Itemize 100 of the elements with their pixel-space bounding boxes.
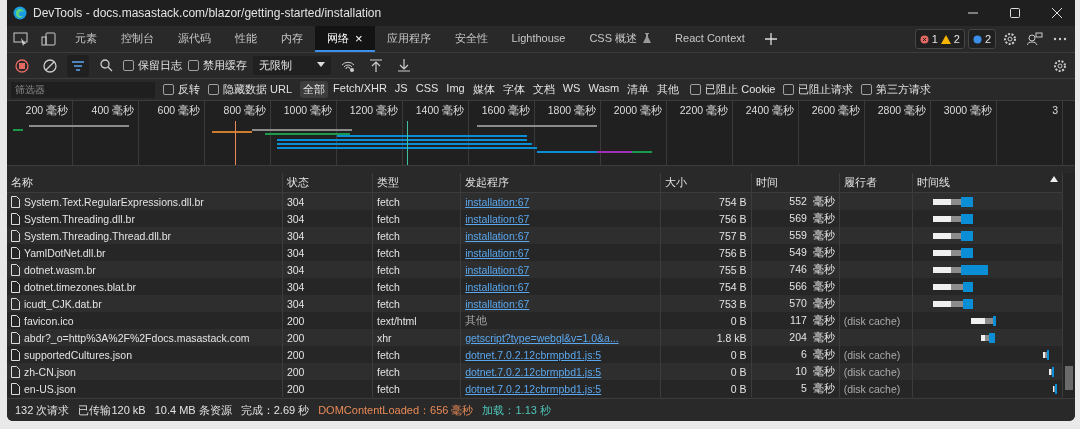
- panel-tab[interactable]: 源代码: [166, 26, 223, 52]
- column-header[interactable]: 大小: [660, 173, 752, 193]
- column-header[interactable]: 状态: [282, 173, 373, 193]
- request-name[interactable]: YamlDotNet.dll.br: [24, 246, 106, 259]
- checkbox-label: 第三方请求: [876, 82, 932, 97]
- column-header[interactable]: 名称: [7, 173, 283, 193]
- time-value: 117: [790, 313, 807, 326]
- file-icon: [11, 246, 20, 259]
- panel-tab[interactable]: 元素: [63, 26, 109, 52]
- file-icon: [11, 195, 20, 208]
- type-filter[interactable]: 全部: [300, 81, 329, 98]
- panel-tab[interactable]: 性能: [223, 26, 269, 52]
- status-cell: 200: [282, 329, 373, 346]
- time-value: 552: [789, 194, 807, 207]
- type-filter[interactable]: 清单: [624, 81, 653, 98]
- issues-badge[interactable]: 1 2: [914, 29, 965, 49]
- checkbox-label: 反转: [178, 82, 200, 97]
- initiator-link[interactable]: installation:67: [465, 280, 530, 293]
- type-cell: fetch: [372, 261, 461, 278]
- fulfilled-by-text: (disk cache): [843, 314, 901, 327]
- type-filter[interactable]: 字体: [499, 81, 528, 98]
- panel-tab[interactable]: Lighthouse: [499, 26, 578, 52]
- request-name[interactable]: System.Threading.dll.br: [24, 212, 135, 225]
- checkbox[interactable]: [861, 84, 873, 95]
- type-filter[interactable]: Img: [443, 81, 468, 98]
- column-header[interactable]: 时间: [751, 173, 840, 193]
- time-tick-label: 2800 毫秒: [865, 101, 931, 165]
- size-cell: 0 B: [660, 363, 752, 380]
- time-value: 204: [789, 330, 807, 343]
- checkbox-label: 隐藏数据 URL: [223, 82, 293, 97]
- type-filter[interactable]: Wasm: [585, 81, 623, 98]
- checkbox-label: 已阻止请求: [798, 82, 854, 97]
- checkbox[interactable]: [188, 60, 199, 71]
- request-name[interactable]: en-US.json: [24, 382, 76, 395]
- column-header[interactable]: 时间线: [912, 173, 1063, 193]
- initiator-link[interactable]: installation:67: [465, 246, 530, 259]
- summary-text: 10.4 MB 条资源: [154, 402, 232, 418]
- size-cell: 756 B: [660, 244, 752, 261]
- window-title: DevTools - docs.masastack.com/blazor/getting-started/installation: [33, 6, 382, 20]
- size-cell: 754 B: [660, 278, 752, 295]
- file-icon: [11, 314, 20, 327]
- request-name[interactable]: supportedCultures.json: [24, 348, 132, 361]
- type-filter[interactable]: CSS: [412, 81, 442, 98]
- time-value: 549: [789, 245, 807, 258]
- checkbox[interactable]: [123, 60, 134, 71]
- filter-icon[interactable]: [67, 54, 89, 77]
- initiator-link[interactable]: dotnet.7.0.2.12cbrmpbd1.js:5: [465, 382, 602, 395]
- panel-tab[interactable]: 网络 ×: [315, 26, 375, 52]
- scrollbar-thumb[interactable]: [1065, 366, 1073, 390]
- column-header[interactable]: 发起程序: [460, 173, 661, 193]
- checkbox[interactable]: [690, 84, 702, 95]
- throttling-dropdown[interactable]: 无限制: [253, 56, 331, 75]
- type-cell: fetch: [372, 346, 461, 363]
- panel-tab[interactable]: React Context: [663, 26, 757, 52]
- fulfilled-by-text: (disk cache): [843, 348, 901, 361]
- panel-tab[interactable]: 应用程序: [374, 26, 443, 52]
- messages-badge[interactable]: 2: [967, 29, 996, 49]
- error-count: 1: [931, 33, 938, 45]
- time-unit: 毫秒: [812, 296, 835, 309]
- initiator-link[interactable]: installation:67: [465, 212, 530, 225]
- time-value: 559: [789, 228, 807, 241]
- filter-field[interactable]: 筛选器: [11, 81, 155, 98]
- time-value: 566: [789, 279, 807, 292]
- summary-text: DOMContentLoaded：656 毫秒: [318, 402, 474, 418]
- type-filter[interactable]: WS: [559, 81, 584, 98]
- type-filter[interactable]: JS: [391, 81, 411, 98]
- status-cell: 304: [282, 278, 373, 295]
- checkbox[interactable]: [783, 84, 795, 95]
- type-filter[interactable]: 其他: [654, 81, 683, 98]
- size-cell: 756 B: [660, 210, 752, 227]
- time-unit: 毫秒: [812, 245, 835, 258]
- type-cell: fetch: [372, 210, 461, 227]
- type-filter[interactable]: 文档: [529, 81, 558, 98]
- request-name[interactable]: dotnet.wasm.br: [24, 263, 96, 276]
- status-cell: 200: [282, 346, 373, 363]
- close-tab-button[interactable]: ×: [355, 30, 363, 46]
- close-icon[interactable]: [1052, 8, 1062, 18]
- request-name[interactable]: zh-CN.json: [24, 365, 76, 378]
- type-filter[interactable]: Fetch/XHR: [330, 81, 390, 98]
- waterfall-bar-icon: [970, 314, 996, 327]
- summary-text: 完成：2.69 秒: [240, 402, 310, 418]
- maximize-icon[interactable]: [1010, 8, 1020, 18]
- column-header[interactable]: 履行者: [839, 173, 913, 193]
- panel-tab[interactable]: 安全性: [442, 26, 500, 52]
- checkbox[interactable]: [208, 84, 219, 95]
- size-cell: 0 B: [660, 380, 752, 397]
- request-name[interactable]: favicon.ico: [24, 314, 74, 327]
- panel-tab[interactable]: 控制台: [109, 26, 166, 52]
- time-value: 6: [801, 347, 807, 360]
- waterfall-bar-icon: [932, 297, 973, 310]
- column-header[interactable]: 类型: [372, 173, 461, 193]
- file-icon: [11, 348, 20, 361]
- panel-tab[interactable]: 内存: [269, 26, 315, 52]
- time-unit: 毫秒: [812, 313, 835, 326]
- request-name[interactable]: dotnet.timezones.blat.br: [24, 280, 137, 293]
- type-filter[interactable]: 媒体: [469, 81, 498, 98]
- checkbox[interactable]: [163, 84, 174, 95]
- panel-tab[interactable]: CSS 概述: [577, 26, 664, 52]
- time-unit: 毫秒: [812, 330, 835, 343]
- time-tick-label: 600 毫秒: [139, 101, 205, 165]
